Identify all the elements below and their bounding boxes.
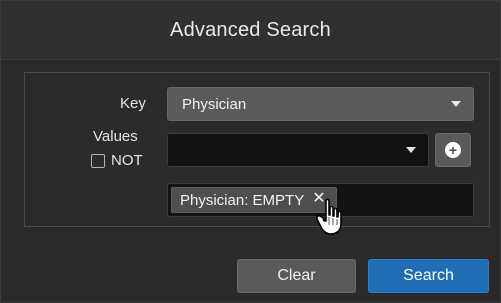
dialog-title: Advanced Search bbox=[170, 18, 331, 41]
advanced-search-dialog: Advanced Search Key Physician Values NOT… bbox=[0, 0, 501, 303]
not-toggle[interactable]: NOT bbox=[91, 152, 143, 169]
chip-label: Physician: EMPTY bbox=[180, 191, 305, 209]
value-chip: Physician: EMPTY ✕ bbox=[171, 187, 337, 213]
plus-circle-icon: + bbox=[445, 142, 461, 158]
dialog-header: Advanced Search bbox=[1, 1, 500, 60]
search-button[interactable]: Search bbox=[368, 259, 489, 293]
close-icon[interactable]: ✕ bbox=[312, 191, 325, 207]
add-value-button[interactable]: + bbox=[435, 133, 471, 167]
key-dropdown-value: Physician bbox=[182, 95, 247, 113]
key-dropdown[interactable]: Physician bbox=[167, 87, 474, 121]
values-dropdown[interactable] bbox=[167, 133, 429, 167]
chevron-down-icon bbox=[406, 147, 416, 153]
not-checkbox[interactable] bbox=[91, 153, 105, 168]
clear-button[interactable]: Clear bbox=[237, 259, 356, 293]
search-criteria-panel: Key Physician Values NOT + Physician: EM… bbox=[24, 72, 490, 227]
key-label: Key bbox=[120, 95, 146, 112]
selected-values-box[interactable]: Physician: EMPTY ✕ bbox=[167, 183, 474, 217]
values-label: Values bbox=[93, 128, 138, 145]
chevron-down-icon bbox=[451, 101, 461, 107]
not-label: NOT bbox=[111, 152, 143, 169]
